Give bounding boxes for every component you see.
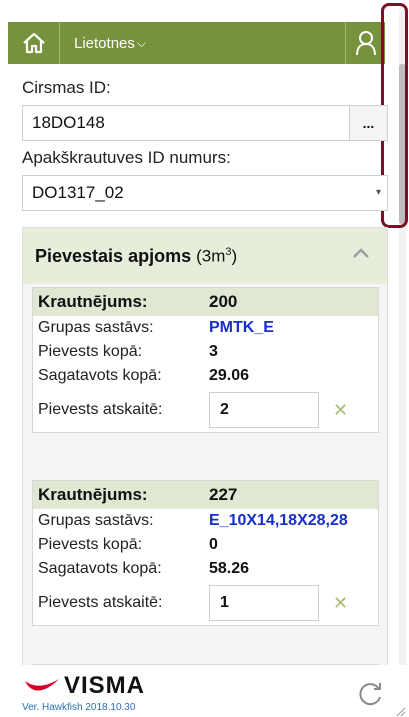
stack-card-header: Krautnējums: 200 — [33, 288, 378, 316]
top-nav-bar: Lietotnes ⌵ — [8, 22, 385, 64]
prepared-label: Sagatavots kopā: — [38, 367, 162, 384]
chevron-up-icon[interactable] — [353, 248, 369, 258]
report-row: Pievests atskaitē: 2 ✕ — [33, 388, 378, 432]
stack-card-header: Krautnējums: 227 — [33, 481, 378, 509]
total-row: Pievests kopā: 3 — [33, 340, 378, 364]
stack-card: Krautnējums: 227 Grupas sastāvs: E_10X14… — [32, 480, 379, 626]
cirsmas-id-input[interactable]: 18DO148 — [22, 105, 350, 141]
prepared-value: 29.06 — [209, 367, 250, 384]
refresh-icon — [359, 683, 381, 706]
refresh-button[interactable] — [356, 680, 384, 713]
prepared-row: Sagatavots kopā: 29.06 — [33, 364, 378, 388]
total-value: 3 — [209, 343, 218, 360]
panel-header[interactable]: Pievestais apjoms (3m3) — [23, 228, 387, 284]
close-icon[interactable]: ✕ — [333, 593, 348, 614]
total-value: 0 — [209, 536, 218, 553]
total-row: Pievests kopā: 0 — [33, 533, 378, 557]
group-label: Grupas sastāvs: — [38, 319, 154, 336]
group-row: Grupas sastāvs: E_10X14,18X28,28 — [33, 509, 378, 533]
user-icon — [355, 31, 376, 56]
delivered-volume-panel: Pievestais apjoms (3m3) Krautnējums: 200… — [22, 227, 388, 697]
subwarehouse-id-label: Apakškrautuves ID numurs: — [22, 148, 231, 167]
apps-menu-label: Lietotnes — [74, 34, 135, 52]
close-icon[interactable]: ✕ — [333, 400, 348, 421]
stack-label: Krautnējums: — [38, 485, 148, 504]
panel-title: Pievestais apjoms — [35, 245, 192, 266]
report-label: Pievests atskaitē: — [38, 401, 163, 418]
group-label: Grupas sastāvs: — [38, 512, 154, 529]
stack-value: 227 — [209, 485, 238, 504]
visma-logo: VISMA — [24, 672, 145, 700]
logo-text: VISMA — [64, 672, 146, 699]
visma-logo-icon — [25, 679, 59, 691]
group-value-link[interactable]: E_10X14,18X28,28 — [209, 512, 348, 530]
prepared-value: 58.26 — [209, 560, 250, 577]
stack-value: 200 — [209, 292, 238, 311]
report-row: Pievests atskaitē: 1 ✕ — [33, 581, 378, 625]
cirsmas-id-label: Cirsmas ID: — [22, 78, 111, 97]
home-button[interactable] — [8, 22, 60, 64]
group-value-link[interactable]: PMTK_E — [209, 319, 274, 337]
prepared-row: Sagatavots kopā: 58.26 — [33, 557, 378, 581]
apps-menu[interactable]: Lietotnes ⌵ — [74, 22, 146, 64]
total-label: Pievests kopā: — [38, 536, 143, 553]
report-input[interactable]: 1 — [209, 585, 319, 621]
stack-label: Krautnējums: — [38, 292, 148, 311]
chevron-down-icon: ⌵ — [136, 35, 146, 50]
report-input[interactable]: 2 — [209, 392, 319, 428]
resize-grip-icon[interactable] — [396, 704, 406, 717]
total-label: Pievests kopā: — [38, 343, 143, 360]
version-text: Ver. Hawkfish 2018.10.30 — [22, 702, 136, 713]
prepared-label: Sagatavots kopā: — [38, 560, 162, 577]
user-button[interactable] — [345, 22, 385, 64]
panel-unit: (3m3) — [196, 245, 238, 266]
stack-card: Krautnējums: 200 Grupas sastāvs: PMTK_E … — [32, 287, 379, 433]
dropdown-arrow-icon: ▾ — [376, 187, 382, 198]
report-label: Pievests atskaitē: — [38, 594, 163, 611]
browse-button[interactable]: ... — [349, 105, 388, 141]
subwarehouse-id-select[interactable]: DO1317_02 — [22, 175, 388, 211]
home-icon — [22, 32, 45, 54]
group-row: Grupas sastāvs: PMTK_E — [33, 316, 378, 340]
